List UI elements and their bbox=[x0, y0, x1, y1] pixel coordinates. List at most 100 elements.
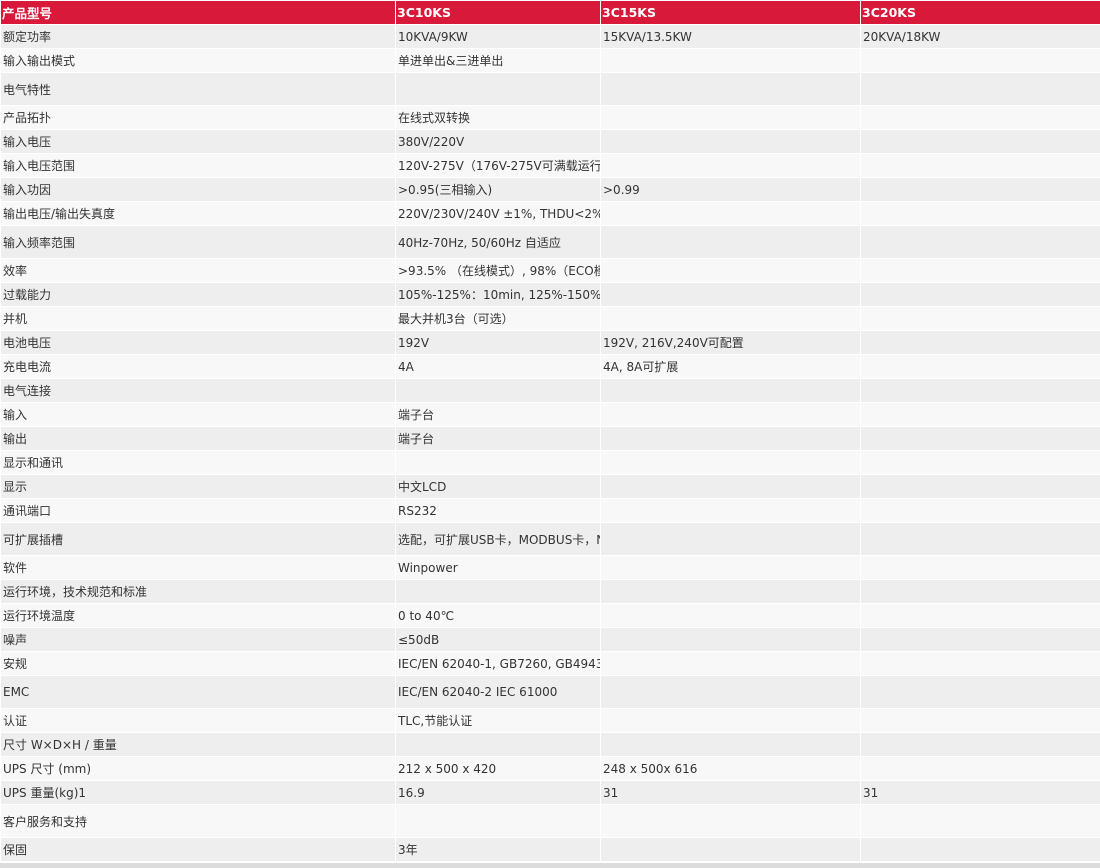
table-row: EMC IEC/EN 62040-2 IEC 61000 bbox=[0, 675, 1100, 709]
spec-value-cell: >0.95(三相输入) bbox=[395, 177, 601, 202]
spec-label-cell: 通讯端口 bbox=[0, 498, 396, 523]
spec-value-cell: 端子台 bbox=[395, 402, 601, 427]
spec-label-cell: 可扩展插槽 bbox=[0, 522, 396, 556]
spec-label-cell: 电气连接 bbox=[0, 378, 396, 403]
table-row: 尺寸 W×D×H / 重量 bbox=[0, 732, 1100, 757]
spec-label-cell: 过载能力 bbox=[0, 282, 396, 307]
spec-value-cell: 在线式双转换 bbox=[395, 105, 601, 130]
table-row: 输出 端子台 bbox=[0, 426, 1100, 451]
spec-label-cell: 运行环境温度 bbox=[0, 603, 396, 628]
spec-value-cell bbox=[860, 201, 1100, 226]
spec-value-cell: 3年 bbox=[395, 837, 601, 862]
spec-value-cell: 120V-275V（176V-275V可满载运行） bbox=[395, 153, 601, 178]
spec-label-cell: 尺寸 W×D×H / 重量 bbox=[0, 732, 396, 757]
spec-value-cell bbox=[860, 177, 1100, 202]
spec-label-cell: 输入 bbox=[0, 402, 396, 427]
spec-value-cell: 单进单出&三进单出 bbox=[395, 48, 601, 73]
spec-value-cell bbox=[860, 732, 1100, 757]
spec-value-cell: 212 x 500 x 420 bbox=[395, 756, 601, 781]
spec-value-cell bbox=[860, 837, 1100, 862]
spec-value-cell bbox=[600, 258, 861, 283]
spec-label-cell: 输出电压/输出失真度 bbox=[0, 201, 396, 226]
table-row: 噪声 ≤50dB bbox=[0, 627, 1100, 652]
spec-value-cell bbox=[600, 651, 861, 676]
spec-value-cell bbox=[860, 48, 1100, 73]
spec-value-cell bbox=[395, 378, 601, 403]
spec-value-cell bbox=[860, 579, 1100, 604]
spec-value-cell bbox=[860, 756, 1100, 781]
table-row: 输入电压范围 120V-275V（176V-275V可满载运行） bbox=[0, 153, 1100, 178]
spec-value-cell bbox=[600, 732, 861, 757]
table-row: 认证 TLC,节能认证 bbox=[0, 708, 1100, 733]
spec-value-cell: >93.5% （在线模式）, 98%（ECO模式） bbox=[395, 258, 601, 283]
spec-value-cell: 最大并机3台（可选） bbox=[395, 306, 601, 331]
spec-value-cell: 220V/230V/240V ±1%, THDU<2%(线性负载） bbox=[395, 201, 601, 226]
spec-value-cell bbox=[860, 708, 1100, 733]
table-row: 安规 IEC/EN 62040-1, GB7260, GB4943 bbox=[0, 651, 1100, 676]
spec-label-cell: 输入电压 bbox=[0, 129, 396, 154]
spec-value-cell bbox=[860, 225, 1100, 259]
spec-value-cell bbox=[860, 804, 1100, 838]
spec-value-cell bbox=[860, 627, 1100, 652]
spec-value-cell bbox=[395, 579, 601, 604]
spec-label-cell: 保固 bbox=[0, 837, 396, 862]
spec-value-cell bbox=[860, 306, 1100, 331]
spec-value-cell bbox=[860, 72, 1100, 106]
spec-value-cell bbox=[860, 450, 1100, 475]
spec-value-cell bbox=[860, 426, 1100, 451]
spec-label-cell: 客户服务和支持 bbox=[0, 804, 396, 838]
spec-value-cell: 端子台 bbox=[395, 426, 601, 451]
spec-value-cell: 380V/220V bbox=[395, 129, 601, 154]
spec-table-container: 产品型号 3C10KS 3C15KS 3C20KS 额定功率 10KVA/9KW 1… bbox=[0, 0, 1100, 868]
table-row: 输入 端子台 bbox=[0, 402, 1100, 427]
table-row: 保固 3年 bbox=[0, 837, 1100, 862]
spec-value-cell bbox=[860, 555, 1100, 580]
spec-value-cell: IEC/EN 62040-2 IEC 61000 bbox=[395, 675, 601, 709]
header-row: 产品型号 3C10KS 3C15KS 3C20KS bbox=[0, 0, 1100, 25]
spec-label-cell: 显示 bbox=[0, 474, 396, 499]
spec-value-cell bbox=[860, 675, 1100, 709]
spec-label-cell: 运行环境，技术规范和标准 bbox=[0, 579, 396, 604]
table-row: 额定功率 10KVA/9KW 15KVA/13.5KW 20KVA/18KW bbox=[0, 24, 1100, 49]
spec-value-cell bbox=[860, 129, 1100, 154]
spec-value-cell bbox=[395, 72, 601, 106]
spec-label-cell: 输出 bbox=[0, 426, 396, 451]
spec-label-cell: 安规 bbox=[0, 651, 396, 676]
spec-value-cell: 40Hz-70Hz, 50/60Hz 自适应 bbox=[395, 225, 601, 259]
spec-label-cell: 充电电流 bbox=[0, 354, 396, 379]
spec-value-cell bbox=[600, 498, 861, 523]
header-cell-3c20ks: 3C20KS bbox=[860, 0, 1100, 25]
header-cell-model-label: 产品型号 bbox=[0, 0, 396, 25]
spec-value-cell bbox=[600, 675, 861, 709]
spec-value-cell bbox=[600, 426, 861, 451]
spec-label-cell: 软件 bbox=[0, 555, 396, 580]
table-row: 输入输出模式 单进单出&三进单出 bbox=[0, 48, 1100, 73]
spec-value-cell: >0.99 bbox=[600, 177, 861, 202]
spec-label-cell: 输入频率范围 bbox=[0, 225, 396, 259]
table-row: 效率>93.5% （在线模式）, 98%（ECO模式） bbox=[0, 258, 1100, 283]
spec-value-cell bbox=[600, 282, 861, 307]
spec-value-cell: 16.9 bbox=[395, 780, 601, 805]
spec-label-cell: 输入功因 bbox=[0, 177, 396, 202]
table-row: UPS 重量(kg)1 16.9 31 31 bbox=[0, 780, 1100, 805]
table-row: UPS 尺寸 (mm) 212 x 500 x 420 248 x 500x 616 bbox=[0, 756, 1100, 781]
spec-value-cell bbox=[600, 129, 861, 154]
spec-label-cell: 显示和通讯 bbox=[0, 450, 396, 475]
spec-label-cell: 输入输出模式 bbox=[0, 48, 396, 73]
spec-value-cell: Winpower bbox=[395, 555, 601, 580]
table-row: 显示和通讯 bbox=[0, 450, 1100, 475]
spec-label-cell: 电池电压 bbox=[0, 330, 396, 355]
spec-table: 产品型号 3C10KS 3C15KS 3C20KS 额定功率 10KVA/9KW 1… bbox=[0, 0, 1100, 862]
table-row: 并机 最大并机3台（可选） bbox=[0, 306, 1100, 331]
spec-value-cell: RS232 bbox=[395, 498, 601, 523]
spec-value-cell bbox=[600, 474, 861, 499]
spec-value-cell bbox=[600, 153, 861, 178]
spec-label-cell: 电气特性 bbox=[0, 72, 396, 106]
table-row: 运行环境，技术规范和标准 bbox=[0, 579, 1100, 604]
spec-label-cell: UPS 重量(kg)1 bbox=[0, 780, 396, 805]
spec-value-cell: 20KVA/18KW bbox=[860, 24, 1100, 49]
spec-value-cell bbox=[600, 804, 861, 838]
spec-value-cell: 4A bbox=[395, 354, 601, 379]
spec-value-cell bbox=[860, 354, 1100, 379]
table-row: 输入功因 >0.95(三相输入) >0.99 bbox=[0, 177, 1100, 202]
